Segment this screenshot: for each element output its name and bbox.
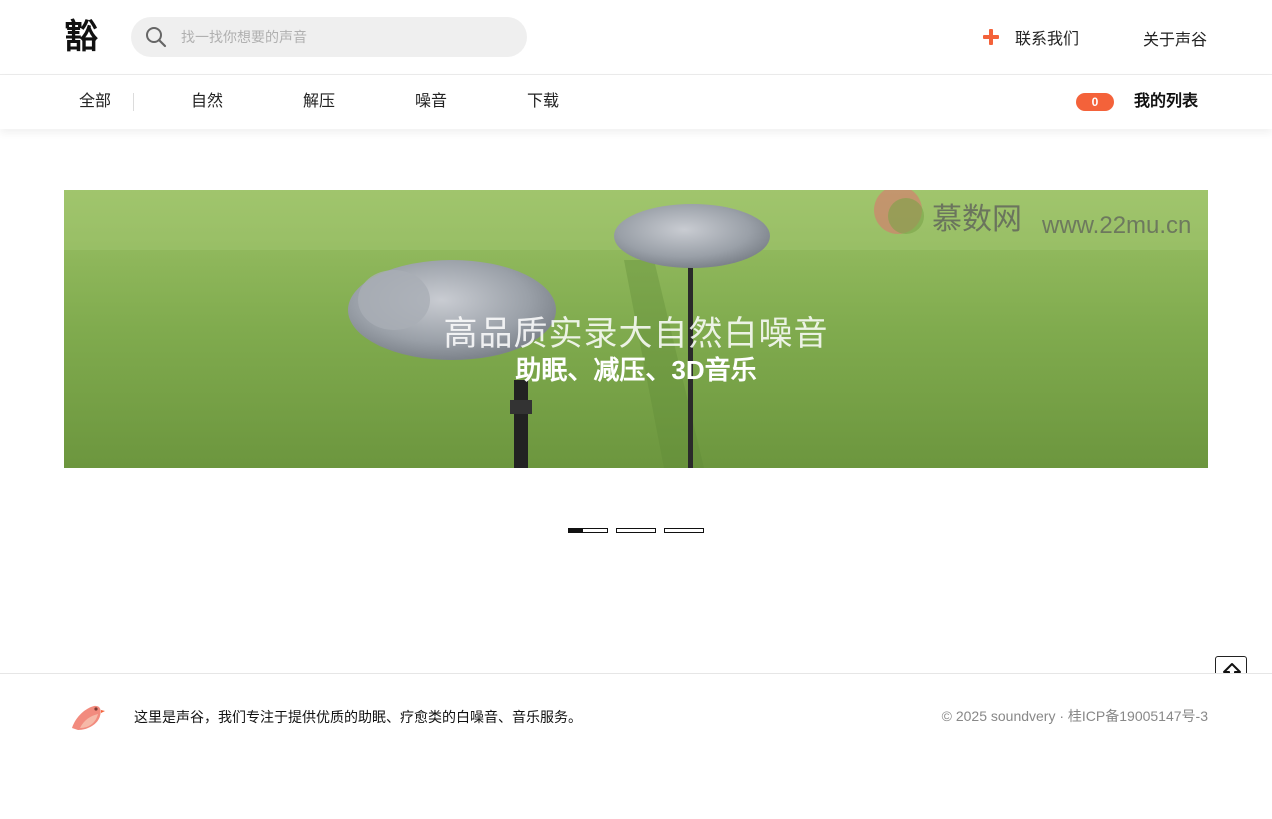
- site-footer: 这里是声谷，我们专注于提供优质的助眠、疗愈类的白噪音、音乐服务。 © 2025 …: [0, 673, 1272, 819]
- carousel-dot-3[interactable]: [664, 528, 704, 533]
- search-icon[interactable]: [145, 26, 167, 48]
- carousel-dot-2[interactable]: [616, 528, 656, 533]
- search-bar[interactable]: [131, 17, 527, 57]
- watermark-url: www.22mu.cn: [1042, 212, 1192, 239]
- nav-divider: [133, 93, 134, 111]
- watermark-brand: 慕数网: [932, 203, 1022, 236]
- nav-item-decompress[interactable]: 解压: [288, 75, 350, 129]
- search-input[interactable]: [181, 17, 511, 57]
- carousel-dot-1[interactable]: [568, 528, 608, 533]
- my-list-link[interactable]: 我的列表: [1134, 75, 1198, 129]
- watermark: 慕数网 www.22mu.cn: [870, 190, 1200, 246]
- hero-banner[interactable]: 慕数网 www.22mu.cn 高品质实录大自然白噪音 助眠、减压、3D音乐: [64, 190, 1208, 468]
- contact-us-link[interactable]: 联系我们: [982, 26, 1079, 48]
- bird-icon[interactable]: [68, 698, 106, 734]
- nav-item-nature[interactable]: 自然: [176, 75, 238, 129]
- banner-title: 高品质实录大自然白噪音: [443, 315, 829, 353]
- banner-subtitle: 助眠、减压、3D音乐: [515, 355, 757, 385]
- contact-us-label: 联系我们: [1015, 31, 1080, 48]
- copyright-text: © 2025 soundvery · 桂ICP备19005147号-3: [941, 708, 1208, 724]
- plus-icon: [982, 28, 1000, 46]
- nav-item-noise[interactable]: 噪音: [400, 75, 462, 129]
- nav-item-all[interactable]: 全部: [64, 75, 126, 129]
- category-nav: 全部 自然 解压 噪音 下载 0 我的列表: [0, 75, 1272, 129]
- site-header: 豁 联系我们 关于声谷: [0, 0, 1272, 75]
- list-count-badge: 0: [1076, 93, 1114, 111]
- footer-description: 这里是声谷，我们专注于提供优质的助眠、疗愈类的白噪音、音乐服务。: [134, 709, 582, 725]
- site-logo[interactable]: 豁: [64, 18, 104, 56]
- nav-item-download[interactable]: 下载: [512, 75, 574, 129]
- about-link[interactable]: 关于声谷: [1143, 26, 1207, 50]
